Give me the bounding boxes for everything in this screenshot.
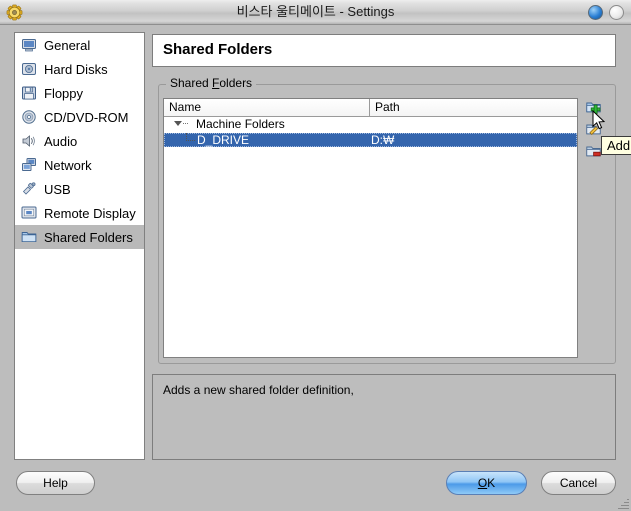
description-text: Adds a new shared folder definition, [163, 383, 354, 397]
tree-connector [186, 133, 195, 141]
cancel-button[interactable]: Cancel [541, 471, 616, 495]
speaker-icon [20, 132, 38, 150]
sidebar-item-hard-disks[interactable]: Hard Disks [15, 57, 144, 81]
monitor-icon [20, 36, 38, 54]
shared-folder-path: D:₩ [371, 133, 395, 147]
sidebar-item-label: Audio [44, 133, 78, 149]
legend-suffix: olders [219, 76, 253, 90]
sidebar-item-cd-dvd-rom[interactable]: CD/DVD-ROM [15, 105, 144, 129]
tooltip: Add [601, 136, 631, 155]
sidebar-item-label: Floppy [44, 85, 84, 101]
sidebar-item-shared-folders[interactable]: Shared Folders [15, 225, 144, 249]
add-shared-folder-button[interactable] [585, 99, 603, 117]
sidebar-item-label: Network [44, 157, 92, 173]
table-row-machine-folders[interactable]: Machine Folders [164, 117, 577, 132]
chevron-down-icon[interactable] [174, 121, 182, 126]
description-panel: Adds a new shared folder definition, [152, 374, 616, 460]
sidebar-item-usb[interactable]: USB [15, 177, 144, 201]
sidebar-item-network[interactable]: Network [15, 153, 144, 177]
sidebar-item-label: Shared Folders [44, 229, 133, 245]
page-title-box: Shared Folders [152, 34, 616, 67]
harddisk-icon [20, 60, 38, 78]
help-button[interactable]: Help [16, 471, 95, 495]
table-header-row: Name Path [164, 99, 577, 117]
sidebar-item-label: General [44, 37, 91, 53]
close-button[interactable] [609, 5, 624, 20]
shared-folder-name: D_DRIVE [197, 133, 250, 147]
folder-icon [20, 228, 38, 246]
tree-connector [183, 123, 188, 125]
column-header-path[interactable]: Path [370, 99, 577, 116]
shared-folders-table[interactable]: Name Path Machine Folders D_DRIVE D:₩ [163, 98, 578, 358]
sidebar-item-remote-display[interactable]: Remote Display [15, 201, 144, 225]
network-icon [20, 156, 38, 174]
ok-accesskey: O [477, 476, 488, 490]
sidebar-item-audio[interactable]: Audio [15, 129, 144, 153]
sidebar-item-label: Remote Display [44, 205, 136, 221]
title-bar[interactable]: 비스타 울티메이트 - Settings [0, 0, 631, 25]
sidebar-item-general[interactable]: General [15, 33, 144, 57]
sidebar-item-floppy[interactable]: Floppy [15, 81, 144, 105]
sidebar-item-label: USB [44, 181, 71, 197]
column-header-name[interactable]: Name [164, 99, 370, 116]
settings-category-list[interactable]: General Hard Disks Floppy CD/DVD-ROM Aud… [14, 32, 145, 460]
groupbox-legend: Shared Folders [166, 76, 257, 90]
page-title: Shared Folders [163, 41, 273, 58]
ok-suffix: K [487, 476, 496, 490]
remote-display-icon [20, 204, 38, 222]
resize-grip[interactable] [617, 497, 629, 509]
minimize-button[interactable] [588, 5, 603, 20]
table-row[interactable]: D_DRIVE D:₩ [164, 133, 577, 147]
sidebar-item-label: CD/DVD-ROM [44, 109, 129, 125]
table-row-label: Machine Folders [196, 117, 285, 131]
floppy-icon [20, 84, 38, 102]
ok-button[interactable]: OK [446, 471, 527, 495]
window-title: 비스타 울티메이트 - Settings [236, 4, 395, 19]
sidebar-item-label: Hard Disks [44, 61, 108, 77]
settings-window: 비스타 울티메이트 - Settings General Hard Disks … [0, 0, 631, 511]
usb-icon [20, 180, 38, 198]
cd-icon [20, 108, 38, 126]
legend-prefix: Shared [170, 76, 213, 90]
